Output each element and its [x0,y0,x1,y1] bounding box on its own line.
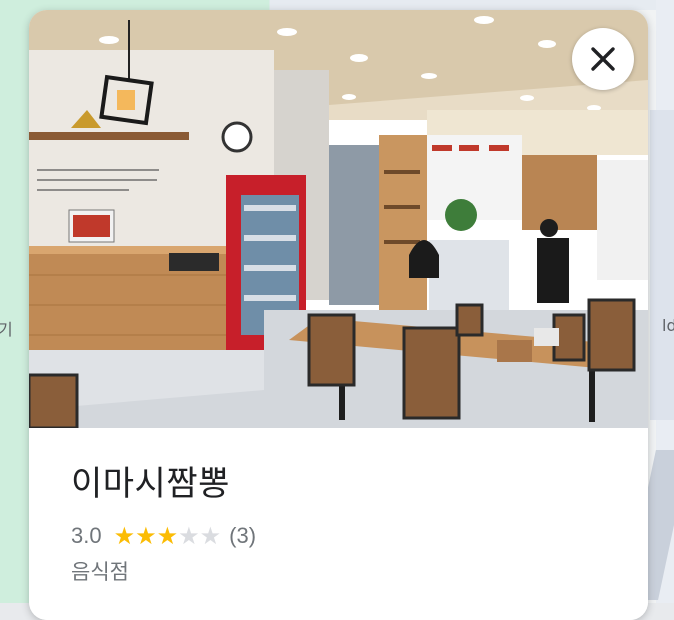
star-filled-icon: ★ [135,522,157,550]
close-button[interactable] [572,28,634,90]
star-empty-icon: ★ [199,522,222,550]
map-road-strip [650,110,674,420]
rating-row: 3.0 ★ ★ ★ ★ ★ (3) [71,523,256,549]
close-icon [591,47,615,71]
place-card[interactable]: 이마시짬뽕 3.0 ★ ★ ★ ★ ★ (3) 음식점 [29,10,648,620]
star-empty-icon: ★ [178,522,200,550]
map-label-right: ld [662,316,674,335]
star-rating: ★ ★ ★ ★ ★ [114,524,222,548]
map-top-area [0,0,674,10]
map-label-left: 기 [0,320,13,339]
review-count[interactable]: (3) [229,523,256,549]
place-category: 음식점 [71,560,129,584]
place-info[interactable]: 이마시짬뽕 3.0 ★ ★ ★ ★ ★ (3) 음식점 [29,428,648,620]
place-name[interactable]: 이마시짬뽕 [71,456,230,505]
star-filled-icon: ★ [156,522,179,550]
rating-value: 3.0 [71,523,102,548]
place-photo[interactable] [29,10,648,428]
star-filled-icon: ★ [113,522,136,550]
